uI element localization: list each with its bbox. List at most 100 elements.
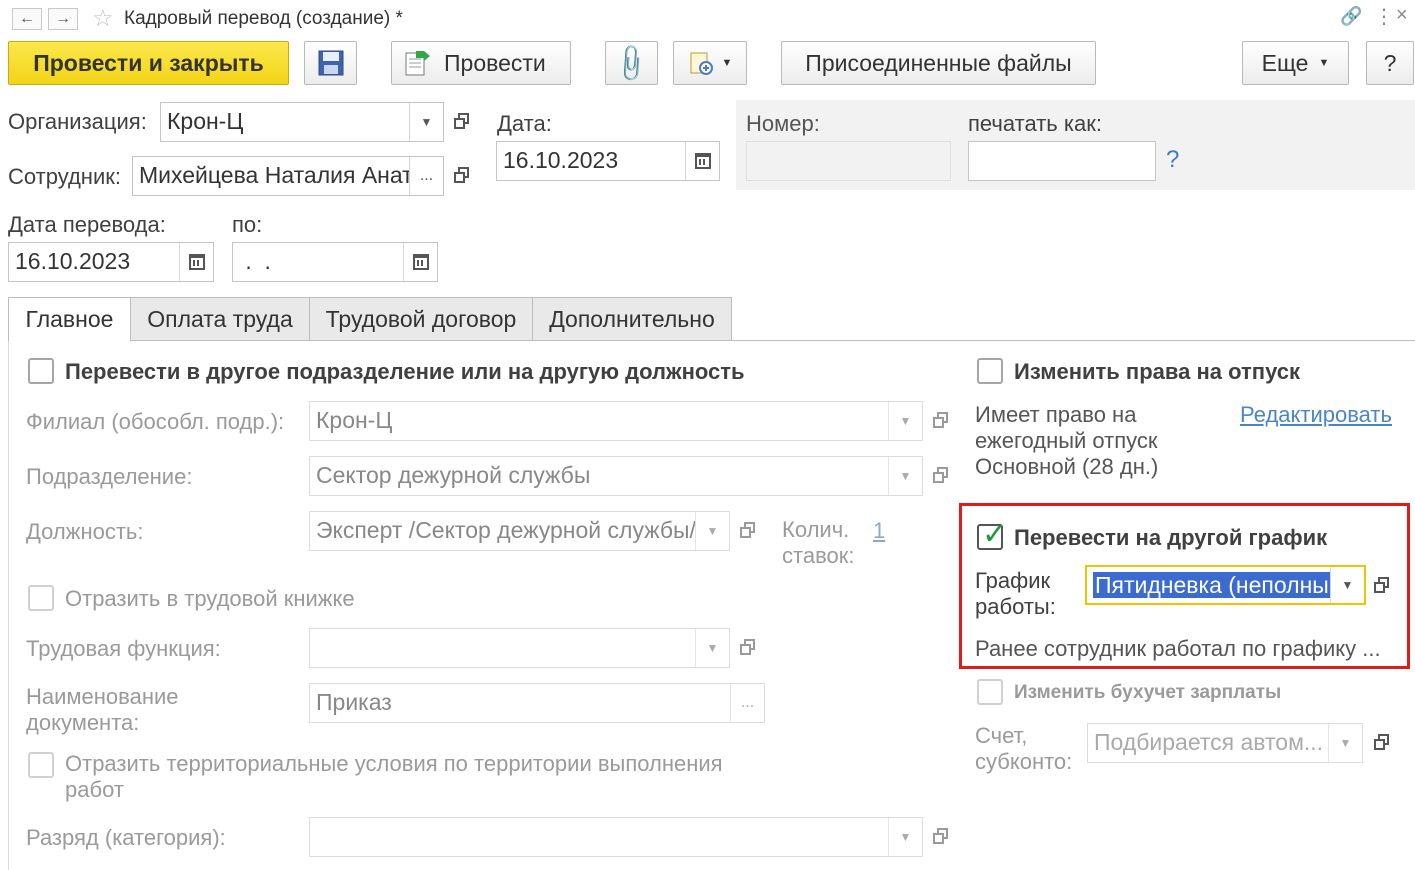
to-date-calendar-button[interactable]: [403, 243, 437, 281]
document-create-icon: [690, 52, 713, 75]
date-label: Дата:: [497, 111, 552, 136]
account-dropdown[interactable]: ▼: [1328, 724, 1362, 762]
number-field[interactable]: [746, 141, 951, 181]
account-label: Счет, субконто:: [975, 723, 1073, 774]
content-left-border: [8, 340, 9, 870]
grade-open-button[interactable]: [926, 817, 956, 857]
help-button[interactable]: ?: [1366, 41, 1414, 85]
post-document-icon: [405, 51, 430, 76]
date-value: 16.10.2023: [503, 147, 619, 173]
organization-open-button[interactable]: [447, 102, 477, 142]
department-dropdown[interactable]: ▼: [888, 457, 922, 495]
forward-button[interactable]: →: [48, 8, 78, 30]
save-button[interactable]: [304, 41, 357, 85]
transfer-dept-checkbox[interactable]: [28, 358, 54, 384]
employee-open-button[interactable]: [447, 156, 477, 196]
calendar-icon: [412, 254, 429, 270]
close-icon[interactable]: ×: [1396, 4, 1408, 27]
department-field[interactable]: Сектор дежурной службы ▼: [309, 456, 923, 496]
schedule-field[interactable]: Пятидневка (неполны ▼: [1085, 565, 1366, 605]
territorial-checkbox[interactable]: [28, 752, 54, 778]
department-value: Сектор дежурной службы: [316, 462, 591, 488]
branch-open-button[interactable]: [926, 401, 956, 441]
department-open-button[interactable]: [926, 456, 956, 496]
print-as-field[interactable]: [968, 141, 1156, 181]
employee-field[interactable]: Михейцева Наталия Анат ...: [132, 156, 444, 196]
labor-function-label: Трудовая функция:: [26, 636, 221, 661]
favorite-star-icon[interactable]: ☆: [92, 4, 114, 33]
branch-value: Крон-Ц: [316, 407, 393, 433]
calendar-icon: [188, 254, 205, 270]
position-dropdown[interactable]: ▼: [695, 512, 729, 550]
position-open-button[interactable]: [733, 511, 763, 551]
organization-label: Организация:: [8, 109, 147, 134]
document-name-value: Приказ: [316, 689, 392, 715]
more-vertical-icon[interactable]: ⋮: [1374, 4, 1394, 29]
rates-label: Колич. ставок:: [782, 517, 855, 568]
labor-function-open-button[interactable]: [733, 628, 763, 668]
labor-function-field[interactable]: ▼: [309, 628, 730, 668]
transfer-date-calendar-button[interactable]: [179, 243, 213, 281]
employee-select-button[interactable]: ...: [409, 157, 443, 195]
post-and-close-button[interactable]: Провести и закрыть: [8, 41, 289, 85]
to-date-value: . .: [239, 248, 271, 274]
calendar-icon: [694, 153, 711, 169]
branch-dropdown[interactable]: ▼: [888, 402, 922, 440]
help-question-icon[interactable]: ?: [1166, 146, 1179, 174]
account-field[interactable]: Подбирается автом... ▼: [1087, 723, 1363, 763]
labor-function-dropdown[interactable]: ▼: [695, 629, 729, 667]
save-icon: [318, 50, 343, 76]
transfer-date-field[interactable]: 16.10.2023: [8, 242, 214, 282]
account-open-button[interactable]: [1367, 723, 1397, 763]
schedule-open-button[interactable]: [1367, 566, 1397, 606]
link-icon[interactable]: 🔗: [1340, 6, 1362, 27]
department-label: Подразделение:: [26, 464, 193, 489]
employee-label: Сотрудник:: [8, 164, 121, 189]
tab-employment-contract[interactable]: Трудовой договор: [309, 297, 533, 341]
vacation-rights-checkbox[interactable]: [977, 358, 1003, 384]
document-name-field[interactable]: Приказ ...: [309, 683, 765, 723]
date-calendar-button[interactable]: [685, 142, 719, 180]
attached-files-button[interactable]: Присоединенные файлы: [781, 41, 1096, 85]
accounting-checkbox[interactable]: [977, 679, 1003, 705]
organization-field[interactable]: Крон-Ц ▼: [160, 102, 444, 142]
schedule-value: Пятидневка (неполны: [1093, 572, 1331, 598]
transfer-date-label: Дата перевода:: [8, 212, 166, 237]
vacation-info: Имеет право на ежегодный отпуск Основной…: [975, 402, 1159, 479]
document-name-select-button[interactable]: ...: [730, 684, 764, 722]
organization-value: Крон-Ц: [167, 108, 244, 134]
tab-payment[interactable]: Оплата труда: [130, 297, 310, 341]
organization-dropdown[interactable]: ▼: [409, 103, 443, 141]
checkmark-icon: ✓: [982, 518, 1008, 551]
previous-schedule-text: Ранее сотрудник работал по графику ...: [975, 636, 1381, 661]
chevron-down-icon: ▼: [1318, 57, 1330, 69]
grade-label: Разряд (категория):: [26, 825, 226, 850]
back-button[interactable]: ←: [12, 8, 42, 30]
create-based-on-button[interactable]: ▼: [673, 41, 747, 85]
more-button[interactable]: Еще ▼: [1242, 41, 1349, 85]
tab-main[interactable]: Главное: [8, 297, 131, 342]
to-date-field[interactable]: . .: [232, 242, 438, 282]
post-button[interactable]: Провести: [391, 41, 571, 85]
vacation-rights-label: Изменить права на отпуск: [1014, 359, 1300, 384]
schedule-label: График работы:: [975, 568, 1056, 619]
edit-vacation-link[interactable]: Редактировать: [1240, 402, 1392, 428]
schedule-transfer-checkbox[interactable]: ✓: [977, 520, 1007, 550]
post-button-label: Провести: [444, 49, 546, 76]
position-value: Эксперт /Сектор дежурной службы/: [316, 517, 696, 543]
workbook-checkbox[interactable]: [28, 585, 54, 611]
branch-field[interactable]: Крон-Ц ▼: [309, 401, 923, 441]
chevron-down-icon: ▼: [721, 57, 733, 69]
number-label: Номер:: [746, 111, 820, 136]
print-as-label: печатать как:: [968, 111, 1102, 136]
date-field[interactable]: 16.10.2023: [496, 141, 720, 181]
tab-additional[interactable]: Дополнительно: [532, 297, 732, 341]
grade-dropdown[interactable]: ▼: [888, 818, 922, 856]
position-field[interactable]: Эксперт /Сектор дежурной службы/ ▼: [309, 511, 730, 551]
rates-value-link[interactable]: 1: [873, 518, 885, 544]
workbook-label: Отразить в трудовой книжке: [65, 586, 355, 611]
attach-button[interactable]: 📎: [605, 41, 658, 85]
schedule-dropdown[interactable]: ▼: [1330, 567, 1364, 603]
grade-field[interactable]: ▼: [309, 817, 923, 857]
branch-label: Филиал (обособл. подр.):: [26, 409, 285, 434]
